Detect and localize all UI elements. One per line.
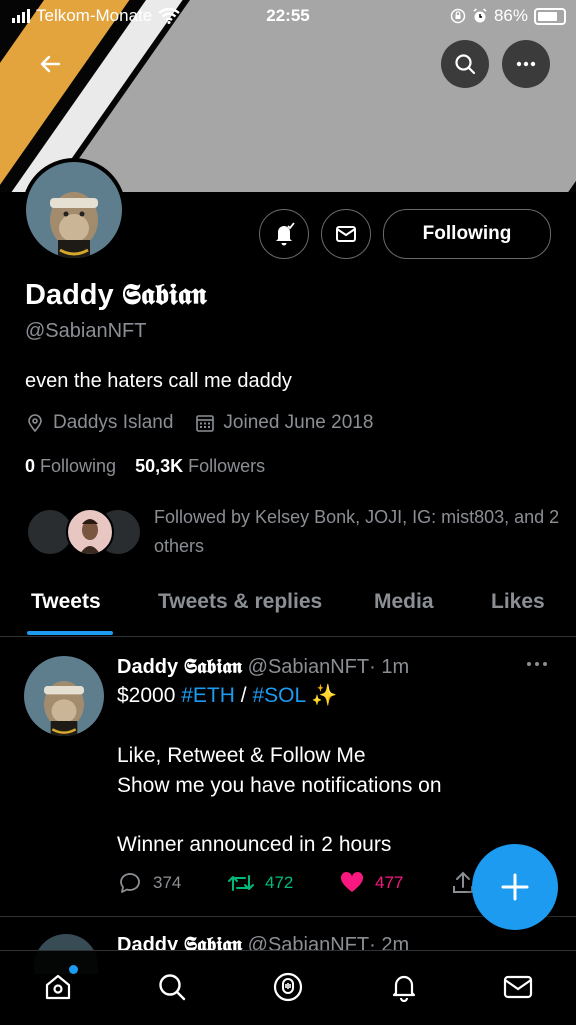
profile-name: Daddy 𝕾𝖆𝖇𝖎𝖆𝖓 (25, 277, 207, 311)
profile-bio: even the haters call me daddy (25, 370, 292, 392)
tweet-line-1: $2000 #ETH / #SOL ✨ (117, 684, 338, 707)
tweet-header: Daddy 𝕾𝖆𝖇𝖎𝖆𝖓 @SabianNFT· 1m (117, 654, 409, 679)
nav-home[interactable] (40, 965, 78, 1005)
search-icon (455, 54, 476, 75)
reply-icon (120, 873, 140, 893)
more-icon (527, 662, 547, 666)
mail-icon (503, 975, 533, 999)
tweet-time: · 1m (369, 656, 410, 678)
calendar-icon (196, 415, 215, 432)
tab-tweets-replies[interactable]: Tweets & replies (158, 590, 322, 614)
tab-media[interactable]: Media (374, 590, 434, 614)
profile-location: Daddys Island (53, 412, 174, 433)
tweet-handle: @SabianNFT (247, 656, 370, 678)
home-notification-dot (69, 965, 78, 974)
heart-icon (340, 871, 364, 892)
profile-handle: @SabianNFT (25, 320, 147, 342)
nav-search[interactable] (154, 969, 190, 1005)
back-arrow-icon (40, 55, 61, 73)
compose-tweet-button[interactable] (472, 844, 558, 930)
home-icon (45, 974, 71, 1000)
followed-by-text: Followed by Kelsey Bonk, JOJI, IG: mist8… (154, 507, 560, 556)
search-icon (159, 974, 186, 1001)
tweet-author-name[interactable]: Daddy 𝕾𝖆𝖇𝖎𝖆𝖓 (117, 654, 242, 678)
tab-tweets[interactable]: Tweets (31, 590, 101, 614)
status-bar: Telkom-Monate 22:55 86% (0, 0, 576, 34)
plus-icon (501, 873, 529, 901)
profile-avatar[interactable] (22, 158, 126, 262)
search-button[interactable] (441, 40, 489, 88)
more-icon (516, 61, 536, 67)
nav-messages[interactable] (500, 969, 536, 1005)
followed-by-avatars[interactable] (26, 508, 146, 558)
hashtag-sol[interactable]: #SOL (252, 684, 305, 707)
active-tab-indicator (27, 631, 113, 635)
reply-button[interactable]: 374 (117, 870, 181, 896)
following-count-link[interactable]: 0 Following (25, 456, 116, 476)
status-right: 86% (450, 6, 566, 26)
retweet-button[interactable]: 472 (227, 870, 293, 896)
retweet-count: 472 (265, 873, 294, 892)
bottom-nav (0, 950, 576, 1025)
tweet-line-4: Winner announced in 2 hours (117, 833, 392, 856)
alarm-icon (473, 8, 487, 23)
followers-count-link[interactable]: 50,3K Followers (135, 456, 265, 476)
tweet2-header: Daddy 𝕾𝖆𝖇𝖎𝖆𝖓 @SabianNFT· 2m (117, 932, 410, 950)
battery-percent: 86% (493, 6, 528, 25)
bell-icon (392, 975, 416, 1002)
retweet-icon (228, 875, 254, 891)
following-button[interactable]: Following (383, 209, 551, 259)
sparkles-emoji: ✨ (311, 684, 338, 707)
like-button[interactable]: 477 (339, 870, 403, 896)
tab-likes[interactable]: Likes (491, 590, 545, 614)
ape-avatar-image (26, 162, 122, 258)
follower-avatar-2 (66, 508, 114, 556)
battery-icon (534, 7, 566, 25)
nav-spaces[interactable] (270, 969, 306, 1005)
spaces-microphone-icon (273, 972, 303, 1002)
bell-check-icon (276, 222, 295, 246)
profile-joined: Joined June 2018 (223, 412, 374, 433)
message-button[interactable] (321, 209, 371, 259)
mail-icon (336, 226, 356, 242)
back-button[interactable] (26, 40, 74, 88)
more-button[interactable] (502, 40, 550, 88)
profile-meta: Daddys Island Joined June 2018 (25, 412, 373, 434)
orientation-lock-icon (450, 8, 466, 24)
tweet-line-2: Like, Retweet & Follow Me (117, 744, 366, 767)
follow-counts: 0 Following 50,3K Followers (25, 456, 265, 477)
reply-count: 374 (153, 873, 182, 892)
hashtag-eth[interactable]: #ETH (181, 684, 235, 707)
profile-tabs: Tweets Tweets & replies Media Likes (0, 578, 576, 637)
tweet-avatar[interactable] (24, 656, 104, 736)
like-count: 477 (375, 873, 404, 892)
notifications-toggle-button[interactable] (259, 209, 309, 259)
tweet-line-3: Show me you have notifications on (117, 774, 442, 797)
location-pin-icon (28, 414, 42, 433)
tweet-more-button[interactable] (521, 652, 553, 676)
nav-notifications[interactable] (386, 969, 422, 1005)
